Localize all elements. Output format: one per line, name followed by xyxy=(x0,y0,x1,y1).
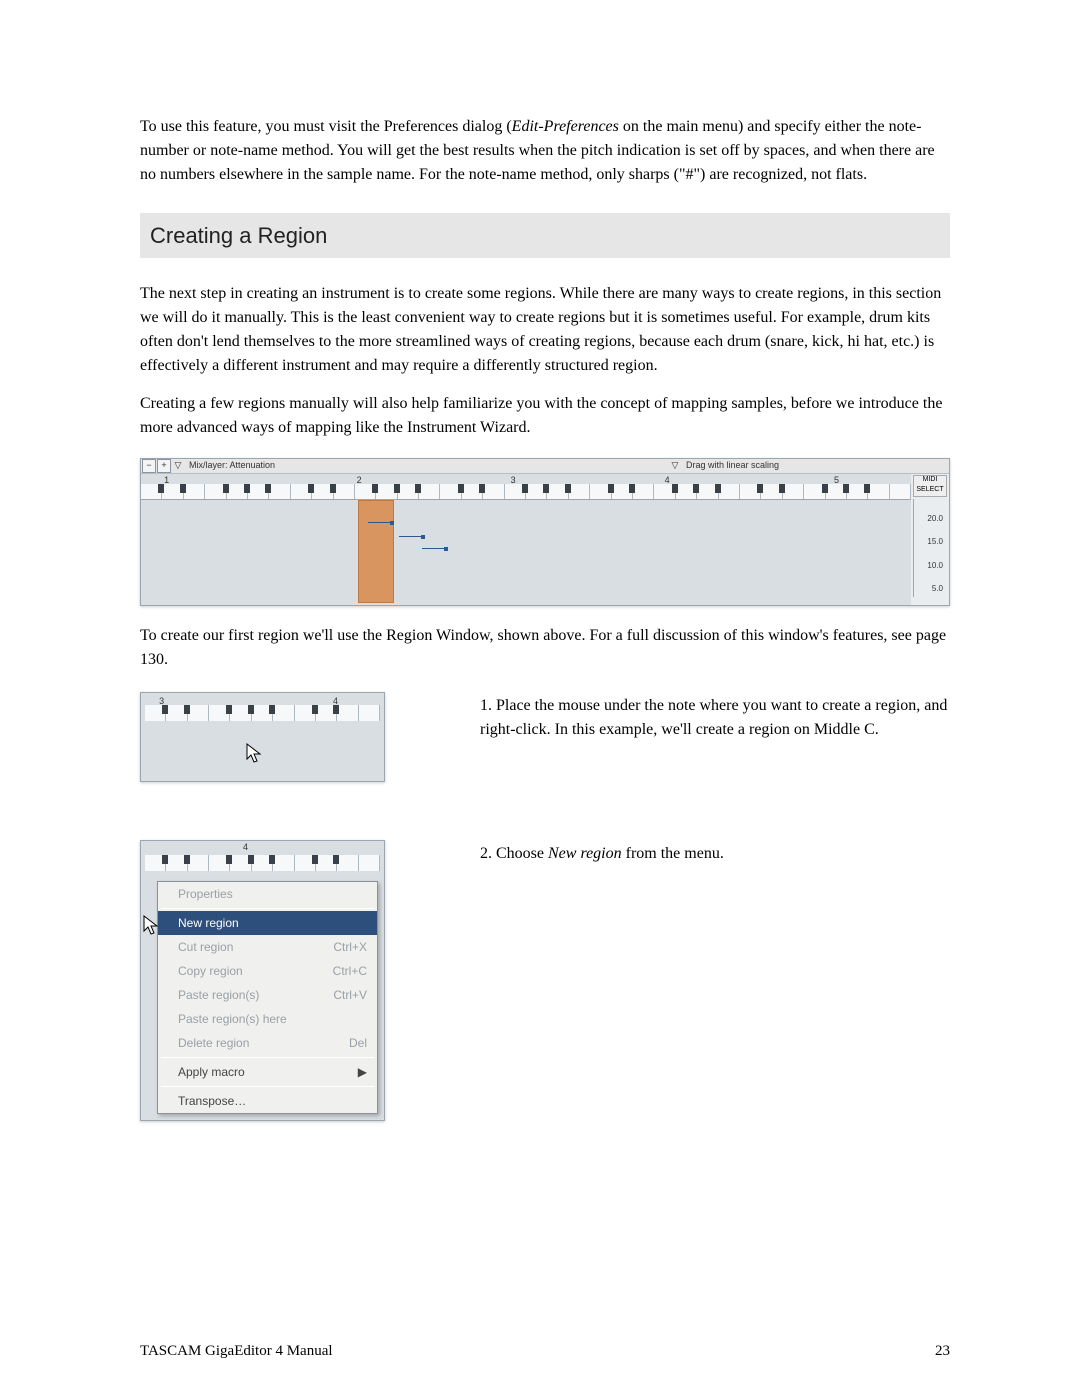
region-body[interactable] xyxy=(141,500,911,605)
drag-mode-label: Drag with linear scaling xyxy=(686,459,779,473)
menu-copy-region[interactable]: Copy regionCtrl+C xyxy=(158,959,377,983)
section-heading: Creating a Region xyxy=(140,213,950,258)
step1-text: 1. Place the mouse under the note where … xyxy=(480,694,950,742)
menu-path-italic: Edit-Preferences xyxy=(512,118,619,135)
body-paragraph: The next step in creating an instrument … xyxy=(140,282,950,378)
page-footer: TASCAM GigaEditor 4 Manual 23 xyxy=(140,1340,950,1363)
region-window-figure: − + ▽ Mix/layer: Attenuation ▽ Drag with… xyxy=(140,458,950,606)
menu-paste-regions-here[interactable]: Paste region(s) here xyxy=(158,1007,377,1031)
dropdown-icon[interactable]: ▽ xyxy=(668,459,682,473)
mixlayer-label: Mix/layer: Attenuation xyxy=(189,459,275,473)
drag-handle[interactable] xyxy=(422,548,446,554)
keyboard-ruler: 1 2 3 4 5 xyxy=(141,474,911,500)
intro-paragraph: To use this feature, you must visit the … xyxy=(140,115,950,187)
menu-transpose[interactable]: Transpose… xyxy=(158,1089,377,1113)
context-menu[interactable]: Properties New region Cut regionCtrl+X C… xyxy=(157,881,378,1114)
menu-cut-region[interactable]: Cut regionCtrl+X xyxy=(158,935,377,959)
drag-handle[interactable] xyxy=(399,536,423,542)
drag-handle[interactable] xyxy=(368,522,392,528)
region-block[interactable] xyxy=(358,500,393,603)
step2-figure: 4 Properties New region Cut regionCtrl+X… xyxy=(140,840,385,1121)
figure-toolbar: − + ▽ Mix/layer: Attenuation ▽ Drag with… xyxy=(141,459,949,474)
step2-text: 2. Choose New region from the menu. xyxy=(480,842,950,866)
step1-figure: 3 4 xyxy=(140,692,385,782)
menu-apply-macro[interactable]: Apply macro▶ xyxy=(158,1060,377,1084)
zoom-in-button[interactable]: + xyxy=(157,459,171,473)
midi-select-box[interactable]: MIDI SELECT xyxy=(913,475,947,497)
footer-title: TASCAM GigaEditor 4 Manual xyxy=(140,1340,333,1363)
value-scale: 20.0 15.0 10.0 5.0 xyxy=(913,499,947,597)
page-number: 23 xyxy=(935,1340,950,1363)
menu-new-region[interactable]: New region xyxy=(158,911,377,935)
menu-properties[interactable]: Properties xyxy=(158,882,377,906)
text: To use this feature, you must visit the … xyxy=(140,118,512,135)
dropdown-icon[interactable]: ▽ xyxy=(171,459,185,473)
cursor-icon xyxy=(246,743,264,765)
menu-paste-regions[interactable]: Paste region(s)Ctrl+V xyxy=(158,983,377,1007)
menu-delete-region[interactable]: Delete regionDel xyxy=(158,1031,377,1055)
zoom-out-button[interactable]: − xyxy=(142,459,156,473)
body-paragraph: To create our first region we'll use the… xyxy=(140,624,950,672)
body-paragraph: Creating a few regions manually will als… xyxy=(140,392,950,440)
cursor-icon xyxy=(143,915,161,937)
